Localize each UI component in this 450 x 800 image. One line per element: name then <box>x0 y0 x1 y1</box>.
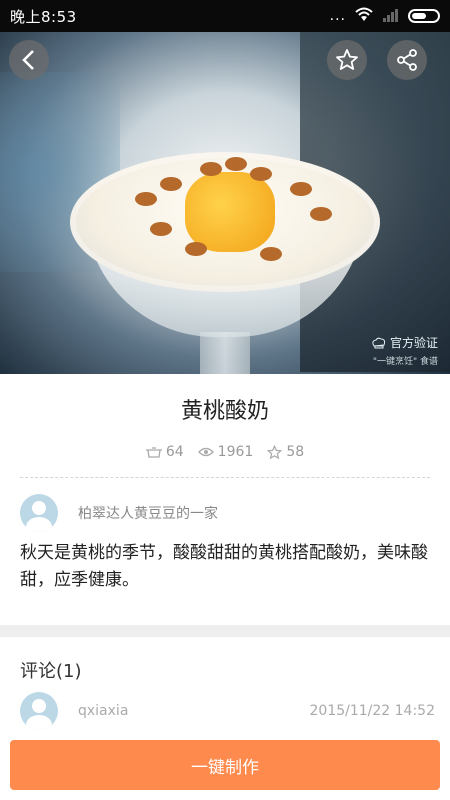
pot-icon <box>145 447 162 458</box>
cooked-count: 64 <box>165 444 184 460</box>
recipe-title: 黄桃酸奶 <box>180 399 269 424</box>
wifi-icon <box>354 6 374 26</box>
section-separator <box>0 625 450 637</box>
verify-label: 官方验证 <box>389 336 438 350</box>
commenter-name[interactable]: qxiaxia <box>78 703 128 719</box>
signal-icon <box>382 7 400 26</box>
recipe-stats: 64 1961 58 <box>0 444 450 460</box>
official-verified-badge: 官方验证 "一键烹饪" 食谱 <box>371 334 438 367</box>
back-button[interactable] <box>9 40 49 80</box>
share-button[interactable] <box>387 40 427 80</box>
star-icon <box>336 49 358 70</box>
views-count: 1961 <box>217 444 254 460</box>
battery-icon <box>408 9 440 23</box>
comment-item: qxiaxia 2015/11/22 14:52 <box>20 692 435 730</box>
status-time: 晚上8:53 <box>10 7 77 26</box>
author-row[interactable]: 柏翠达人黄豆豆的一家 <box>20 494 218 532</box>
status-bar: 晚上8:53 ... <box>0 0 450 32</box>
chef-hat-icon <box>372 337 386 348</box>
status-icons: ... <box>330 6 440 26</box>
author-avatar[interactable] <box>20 494 58 532</box>
verify-sublabel: "一键烹饪" 食谱 <box>372 357 438 367</box>
favorites-count: 58 <box>286 444 305 460</box>
recipe-hero-image <box>0 32 450 374</box>
stat-favorites: 58 <box>267 444 304 460</box>
eye-icon <box>197 447 214 457</box>
notification-dots: ... <box>329 8 346 24</box>
comments-title: 评论(1) <box>20 661 82 682</box>
recipe-description: 秋天是黄桃的季节，酸酸甜甜的黄桃搭配酸奶，美味酸甜，应季健康。 <box>20 543 428 590</box>
favorite-button[interactable] <box>327 40 367 80</box>
dotted-divider <box>20 477 430 478</box>
share-icon <box>397 49 417 71</box>
commenter-avatar[interactable] <box>20 692 58 730</box>
comment-time: 2015/11/22 14:52 <box>309 703 436 719</box>
one-click-make-button[interactable]: 一键制作 <box>10 740 440 790</box>
chevron-left-icon <box>22 50 34 70</box>
star-outline-icon <box>267 444 283 459</box>
author-name[interactable]: 柏翠达人黄豆豆的一家 <box>78 503 218 523</box>
stat-cooked: 64 <box>145 444 184 460</box>
stat-views: 1961 <box>197 444 254 460</box>
